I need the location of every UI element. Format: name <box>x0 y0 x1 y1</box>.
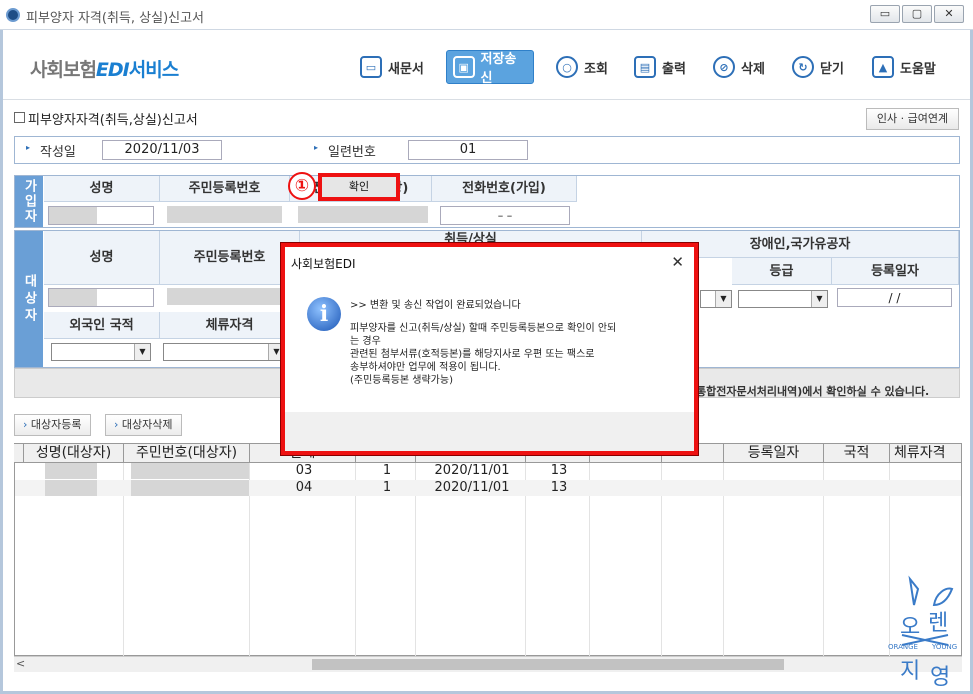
dep-col-rrn: 주민등록번호 <box>160 231 300 285</box>
info-icon: i <box>307 297 341 331</box>
form-icon <box>14 112 25 123</box>
search-button[interactable]: ○ 조회 <box>550 50 614 84</box>
table-row[interactable]: 04 1 2020/11/01 13 <box>15 480 961 496</box>
reg-date-header: 등록일자 <box>832 258 959 285</box>
title-bar: 피부양자 자격(취득, 상실)신고서 ▭ ▢ ✕ <box>0 0 973 30</box>
notice-text: 통합전자문서처리내역)에서 확인하실 수 있습니다. <box>696 385 930 398</box>
refresh-close-icon: ↻ <box>792 56 814 78</box>
app-icon <box>6 8 20 22</box>
subscriber-rrn-field[interactable] <box>167 206 282 223</box>
subscriber-phone-work-field[interactable] <box>298 206 428 223</box>
grade-header: 등급 <box>732 258 832 285</box>
register-dependent-button[interactable]: › 대상자등록 <box>14 414 91 436</box>
graduation-cap-icon: ▲ <box>872 56 894 78</box>
maximize-button[interactable]: ▢ <box>902 5 932 23</box>
close-button[interactable]: ↻ 닫기 <box>786 50 850 84</box>
bullet-icon: ▸ <box>26 143 31 152</box>
dialog-title: 사회보험EDI <box>291 257 356 271</box>
print-icon: ▤ <box>634 56 656 78</box>
delete-dependent-button[interactable]: › 대상자삭제 <box>105 414 182 436</box>
search-icon: ○ <box>556 56 578 78</box>
dependent-side-label: 대상자 <box>15 231 43 367</box>
stay-status-header: 체류자격 <box>160 312 300 339</box>
dialog-message: >> 변환 및 송신 작업이 완료되었습니다 피부양자를 신고(취득/상실) 할… <box>350 300 617 386</box>
close-window-button[interactable]: ✕ <box>934 5 964 23</box>
grid-col-nationality[interactable]: 국적 <box>824 444 890 462</box>
subscriber-name-field[interactable] <box>48 206 154 225</box>
table-row[interactable]: 03 1 2020/11/01 13 <box>15 463 961 479</box>
insa-link-button[interactable]: 인사 · 급여연계 <box>866 108 959 130</box>
save-send-button[interactable]: ▣ 저장송신 <box>446 50 534 86</box>
serial-field[interactable]: 01 <box>408 140 528 160</box>
grid-col-stay[interactable]: 체류자격 <box>890 444 962 462</box>
date-label: 작성일 <box>40 145 76 160</box>
serial-label: 일련번호 <box>328 145 376 160</box>
watermark-logo: 오 렌 ORANGE YOUNG 지 영 <box>888 575 964 690</box>
dialog-footer <box>285 412 694 451</box>
delete-button[interactable]: ⊘ 삭제 <box>707 50 771 84</box>
delete-icon: ⊘ <box>713 56 735 78</box>
col-name: 성명 <box>44 176 160 202</box>
nationality-select[interactable]: ▼ <box>51 343 151 361</box>
dialog-close-icon[interactable]: ✕ <box>671 253 684 271</box>
step-marker: ① <box>288 172 316 200</box>
grade-select[interactable]: ▼ <box>738 290 828 308</box>
stay-status-select[interactable]: ▼ <box>163 343 285 361</box>
subscriber-side-label: 가입자 <box>15 176 43 227</box>
dep-rrn-field[interactable] <box>167 288 287 305</box>
new-document-button[interactable]: ▭ 새문서 <box>354 50 430 84</box>
date-field[interactable]: 2020/11/03 <box>102 140 222 160</box>
dep-select-partial[interactable]: ▼ <box>700 290 732 308</box>
scroll-left-icon[interactable]: < <box>16 657 25 670</box>
reg-date-field[interactable]: / / <box>837 288 952 307</box>
bullet-icon: ▸ <box>314 143 319 152</box>
window-title: 피부양자 자격(취득, 상실)신고서 <box>26 11 205 26</box>
save-icon: ▣ <box>453 56 475 78</box>
dep-col-name: 성명 <box>44 231 160 285</box>
grid-col-rrn[interactable]: 주민번호(대상자) <box>124 444 250 462</box>
print-button[interactable]: ▤ 출력 <box>628 50 692 84</box>
col-phone-home: 전화번호(가입) <box>432 176 577 202</box>
scrollbar-thumb[interactable] <box>312 659 784 670</box>
subscriber-phone-field[interactable]: – – <box>440 206 570 225</box>
help-button[interactable]: ▲ 도움말 <box>866 50 942 84</box>
grid-col-name[interactable]: 성명(대상자) <box>24 444 124 462</box>
brand-logo: 사회보험EDI서비스 <box>30 59 179 81</box>
col-rrn: 주민등록번호 <box>160 176 290 202</box>
ok-button[interactable]: 확인 <box>318 173 400 201</box>
nationality-header: 외국인 국적 <box>44 312 160 339</box>
dep-name-field[interactable] <box>48 288 154 307</box>
message-dialog: 사회보험EDI ✕ i >> 변환 및 송신 작업이 완료되었습니다 피부양자를… <box>281 243 698 455</box>
grid-col-reg-date[interactable]: 등록일자 <box>724 444 824 462</box>
minimize-button[interactable]: ▭ <box>870 5 900 23</box>
book-icon: ▭ <box>360 56 382 78</box>
form-title: 피부양자자격(취득,상실)신고서 <box>28 113 198 128</box>
chevron-down-icon: ▼ <box>811 291 827 307</box>
